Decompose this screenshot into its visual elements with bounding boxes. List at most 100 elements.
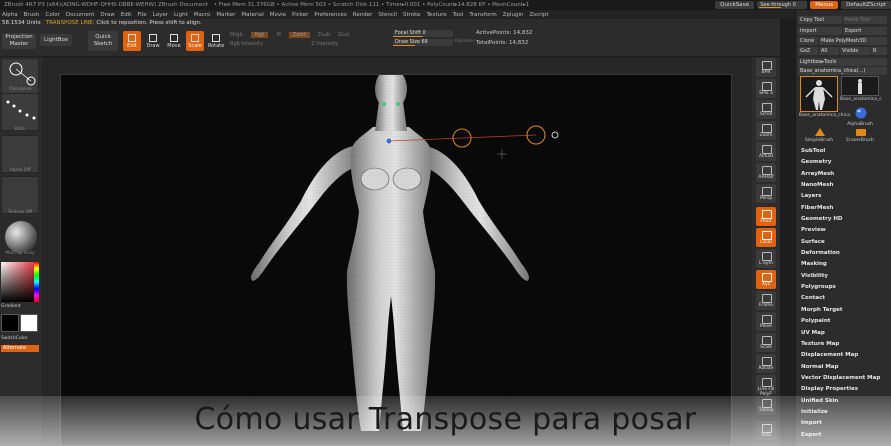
menu-item-draw[interactable]: Draw [100,12,114,18]
hue-strip[interactable] [34,262,39,302]
menu-item-transform[interactable]: Transform [469,12,496,18]
subpalette-layers[interactable]: Layers [801,191,880,202]
shelf-button-zoom[interactable]: Zoom [756,121,776,140]
goz-visible-button[interactable]: Visible [840,47,870,55]
menu-item-zscript[interactable]: Zscript [529,12,548,18]
copy-tool-button[interactable]: Copy Tool [798,16,842,24]
subpalette-fibermesh[interactable]: FiberMesh [801,203,880,214]
subpalette-uv-map[interactable]: UV Map [801,328,880,339]
shelf-button-scroll[interactable]: Scroll [756,100,776,119]
subpalette-contact[interactable]: Contact [801,293,880,304]
document-area[interactable] [60,74,732,446]
main-color-swatch[interactable] [1,314,19,332]
gradient-label[interactable]: Gradient [0,304,40,309]
shelf-button-scale[interactable]: Scale [756,333,776,352]
subpalette-morph-target[interactable]: Morph Target [801,305,880,316]
quick-sketch-button[interactable]: Quick Sketch [88,31,118,51]
subpalette-preview[interactable]: Preview [801,225,880,236]
shelf-button-floor[interactable]: Floor [756,207,776,226]
paste-tool-button[interactable]: Paste Tool [843,16,887,24]
shelf-button-local[interactable]: Local [756,228,776,247]
menu-item-material[interactable]: Material [241,12,263,18]
menu-item-stencil[interactable]: Stencil [378,12,397,18]
menu-item-stroke[interactable]: Stroke [403,12,421,18]
menu-item-brush[interactable]: Brush [24,12,40,18]
menu-item-layer[interactable]: Layer [153,12,168,18]
transpose-end-point[interactable] [551,131,559,139]
simplebrush-icon[interactable] [813,126,827,138]
shelf-button-aahalf[interactable]: AAHalf [756,163,776,182]
lightbox-tools-button[interactable]: Lightbox▸Tools [798,58,887,66]
scale-button[interactable]: Scale [186,31,204,51]
menu-item-zplugin[interactable]: Zplugin [503,12,524,18]
subpalette-geometry-hd[interactable]: Geometry HD [801,214,880,225]
subpalette-displacement-map[interactable]: Displacement Map [801,350,880,361]
m-button[interactable]: M [276,32,280,38]
goz-r-button[interactable]: R [871,47,887,55]
tool-thumb-small[interactable] [841,76,879,96]
menu-item-tool[interactable]: Tool [453,12,464,18]
make-polymesh-button[interactable]: Make PolyMesh3D [819,37,887,45]
menu-item-movie[interactable]: Movie [270,12,286,18]
subpalette-subtool[interactable]: SubTool [801,146,880,157]
shelf-button-spix-3[interactable]: SPix 3 [756,79,776,98]
zsub-button[interactable]: Zsub [318,32,330,38]
zcut-button[interactable]: Zcut [338,32,349,38]
export-button[interactable]: Export [843,27,887,35]
menu-item-macro[interactable]: Macro [194,12,211,18]
alternate-button[interactable]: Alternate [1,345,39,352]
subpalette-display-properties[interactable]: Display Properties [801,384,880,395]
subpalette-masking[interactable]: Masking [801,259,880,270]
mrgb-button[interactable]: Mrgb [230,32,243,38]
switch-color-button[interactable]: SwitchColor [0,336,40,341]
draw-size-slider[interactable]: Draw Size 68 [393,39,453,46]
dots-stroke-thumb[interactable] [1,93,39,131]
menu-item-texture[interactable]: Texture [427,12,447,18]
shelf-button-actual[interactable]: Actual [756,142,776,161]
shelf-button-l-sym[interactable]: L.Sym [756,249,776,268]
shelf-button-rotate[interactable]: Rotate [756,354,776,373]
shelf-button-xyz[interactable]: Xyz [756,270,776,289]
shelf-button-persp[interactable]: Persp [756,184,776,203]
subpalette-texture-map[interactable]: Texture Map [801,339,880,350]
default-zscript-button[interactable]: DefaultZScript [841,1,891,9]
current-tool-name[interactable]: Base_anatomica_chica(...) [798,67,887,75]
subpalette-visibility[interactable]: Visibility [801,271,880,282]
focal-shift-slider[interactable]: Focal Shift 0 [393,30,453,37]
draw-button[interactable]: Draw [144,31,162,51]
menu-item-picker[interactable]: Picker [292,12,308,18]
menu-item-marker[interactable]: Marker [216,12,235,18]
menu-item-color[interactable]: Color [46,12,60,18]
move-button[interactable]: Move [165,31,183,51]
goz-all-button[interactable]: All [819,47,839,55]
see-through-slider[interactable]: See-through 0 [757,1,808,9]
subpalette-surface[interactable]: Surface [801,237,880,248]
z-intensity-slider[interactable]: Z Intensity [311,41,338,47]
menu-item-preferences[interactable]: Preferences [314,12,346,18]
import-button[interactable]: Import [798,27,842,35]
shelf-button-move[interactable]: Move [756,312,776,331]
menus-button[interactable]: Menus [810,1,839,9]
lightbox-button[interactable]: LightBox [40,34,72,46]
rgb-button[interactable]: Rgb [250,32,269,38]
subpalette-nanomesh[interactable]: NanoMesh [801,180,880,191]
shelf-button-frame[interactable]: Frame [756,291,776,310]
shelf-button-bpr[interactable]: BPR [756,58,776,77]
menu-item-render[interactable]: Render [353,12,373,18]
menu-item-light[interactable]: Light [174,12,188,18]
clone-button[interactable]: Clone [798,37,818,45]
goz-button[interactable]: GoZ [798,47,818,55]
subpalette-vector-displacement-map[interactable]: Vector Displacement Map [801,373,880,384]
shelf-button-line-fill-polyf[interactable]: Line Fill PolyF [756,375,776,397]
dynamic-toggle[interactable]: Dynamic [455,39,475,44]
rgb-intensity-slider[interactable]: Rgb Intensity [230,41,263,47]
subpalette-polypaint[interactable]: Polypaint [801,316,880,327]
subpalette-polygroups[interactable]: Polygroups [801,282,880,293]
subpalette-deformation[interactable]: Deformation [801,248,880,259]
menu-item-edit[interactable]: Edit [121,12,132,18]
document-canvas[interactable] [42,57,752,446]
menu-item-alpha[interactable]: Alpha [2,12,18,18]
edit-button[interactable]: Edit [123,31,141,51]
transpose-start-handle[interactable] [385,137,393,145]
texture-thumb[interactable] [1,176,39,214]
